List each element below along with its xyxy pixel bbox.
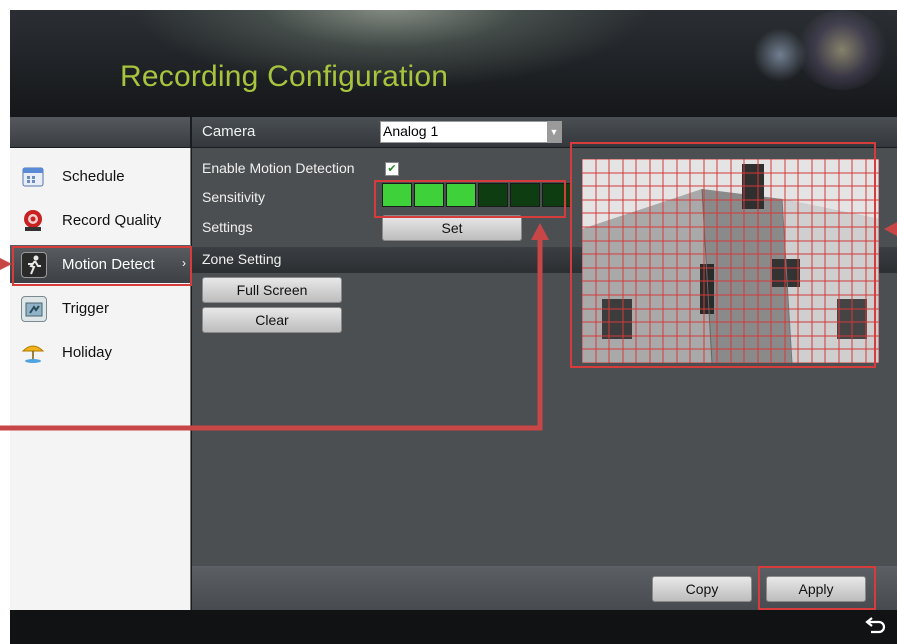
header-banner: Recording Configuration — [10, 10, 897, 117]
zone-setting-title: Zone Setting — [202, 251, 282, 267]
sidebar-item-label: Record Quality — [62, 212, 162, 229]
calendar-icon — [21, 164, 45, 188]
camera-label: Camera — [202, 123, 256, 140]
dropdown-arrow-icon[interactable]: ▼ — [547, 122, 561, 142]
sidebar-item-label: Trigger — [62, 300, 109, 317]
record-quality-icon — [21, 208, 45, 232]
back-icon[interactable] — [865, 616, 887, 641]
page-title: Recording Configuration — [120, 60, 449, 93]
sidebar-item-label: Schedule — [62, 168, 125, 185]
camera-select[interactable]: Analog 1 ▼ — [380, 121, 562, 143]
camera-select-value: Analog 1 — [383, 123, 439, 139]
highlight-box-sensitivity — [374, 180, 566, 218]
sidebar-header — [10, 117, 190, 147]
sidebar-item-holiday[interactable]: Holiday — [10, 333, 190, 371]
sidebar-item-trigger[interactable]: Trigger — [10, 289, 190, 327]
full-screen-button[interactable]: Full Screen — [202, 277, 342, 303]
sidebar-item-schedule[interactable]: Schedule — [10, 157, 190, 195]
banner-bokeh-graphic — [797, 10, 887, 90]
enable-motion-detection-checkbox[interactable]: ✔ — [385, 162, 399, 176]
highlight-box-zone-grid — [570, 142, 876, 368]
highlight-box-apply — [758, 566, 876, 610]
clear-button[interactable]: Clear — [202, 307, 342, 333]
copy-button[interactable]: Copy — [652, 576, 752, 602]
sidebar: Schedule Record Quality Motion Detect › … — [10, 148, 191, 610]
sensitivity-label: Sensitivity — [202, 189, 266, 205]
sidebar-item-record-quality[interactable]: Record Quality — [10, 201, 190, 239]
enable-motion-detection-label: Enable Motion Detection — [202, 160, 355, 176]
trigger-icon — [21, 296, 47, 322]
sidebar-item-label: Holiday — [62, 344, 113, 361]
set-button[interactable]: Set — [382, 215, 522, 241]
holiday-umbrella-icon — [21, 340, 45, 364]
highlight-box-motion-detect — [12, 246, 192, 286]
settings-label: Settings — [202, 219, 253, 235]
status-bar — [10, 610, 897, 644]
